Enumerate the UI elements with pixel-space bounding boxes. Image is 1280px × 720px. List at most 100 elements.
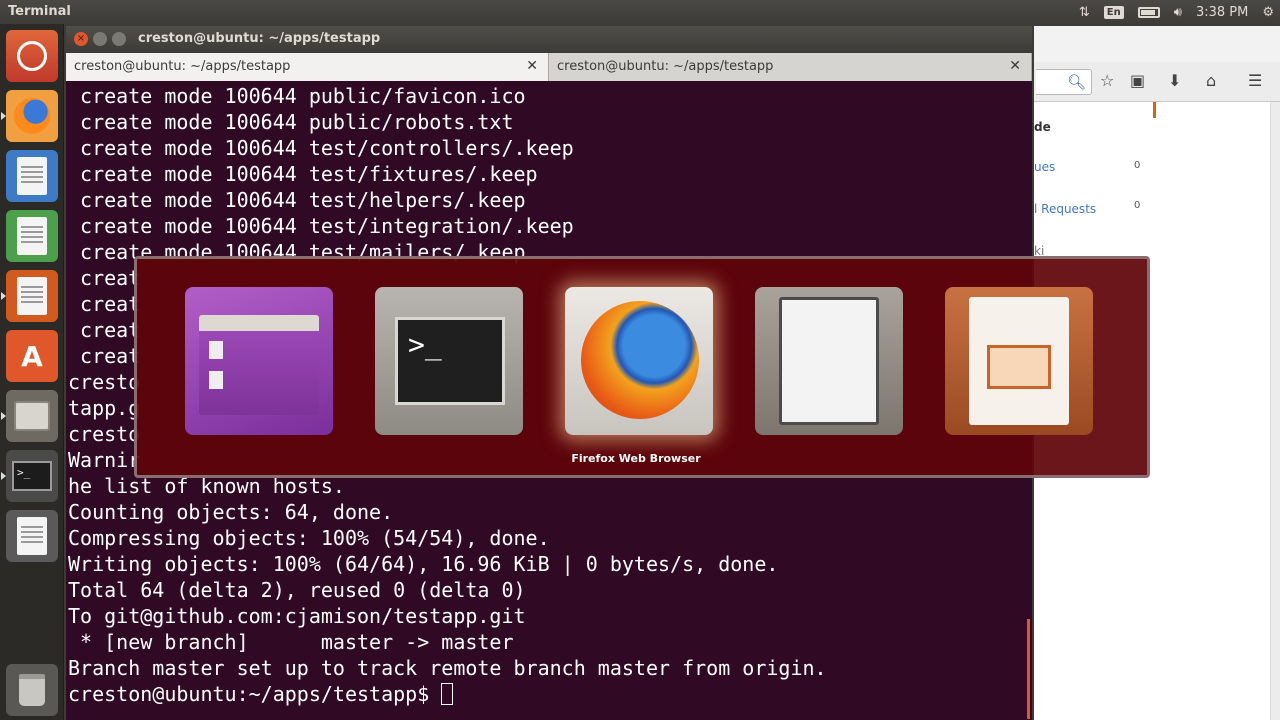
window-close-button[interactable]: × <box>74 32 88 46</box>
menu-icon[interactable]: ☰ <box>1248 71 1262 90</box>
running-indicator-icon <box>1 112 6 120</box>
terminal-prompt: creston@ubuntu:~/apps/testapp$ <box>68 682 442 706</box>
clock[interactable]: 3:38 PM <box>1196 5 1248 20</box>
terminal-tab[interactable]: creston@ubuntu: ~/apps/testapp ✕ <box>66 53 549 81</box>
ubuntu-logo-icon <box>17 41 47 71</box>
terminal-line: create mode 100644 public/robots.txt <box>68 110 514 134</box>
keyboard-layout-indicator[interactable]: En <box>1103 5 1124 19</box>
launcher-files[interactable] <box>1 390 58 442</box>
libreoffice-icon <box>17 517 47 555</box>
app-switcher: >_ Firefox Web Browser <box>134 256 1150 478</box>
active-app-title: Terminal <box>8 4 71 19</box>
terminal-line: creat <box>68 292 141 316</box>
terminal-line: Branch master set up to track remote bra… <box>68 656 827 680</box>
top-panel: Terminal ⇅ En 🔊︎ 3:38 PM ⚙ <box>0 0 1280 24</box>
pull-requests-count: 0 <box>1134 200 1141 211</box>
terminal-line: create mode 100644 test/fixtures/.keep <box>68 162 538 186</box>
nav-item-code[interactable]: de <box>1034 120 1051 134</box>
launcher-dash-button[interactable] <box>6 30 58 82</box>
tab-label: creston@ubuntu: ~/apps/testapp <box>557 59 774 74</box>
settings-icon[interactable]: ⚙ <box>1262 5 1274 20</box>
file-glyph <box>209 371 223 389</box>
presentation-slide-glyph <box>987 345 1051 389</box>
download-icon[interactable]: ⬇ <box>1168 71 1181 90</box>
terminal-line: create mode 100644 test/helpers/.keep <box>68 188 526 212</box>
firefox-icon <box>14 98 50 134</box>
terminal-line: cresto <box>68 370 141 394</box>
impress-icon <box>969 297 1069 425</box>
files-icon <box>14 401 50 431</box>
terminal-line: To git@github.com:cjamison/testapp.git <box>68 604 526 628</box>
terminal-line: create mode 100644 test/controllers/.kee… <box>68 136 574 160</box>
terminal-titlebar[interactable]: × creston@ubuntu: ~/apps/testapp <box>66 26 1032 53</box>
terminal-line: creat <box>68 318 141 342</box>
page-scrollbar[interactable] <box>1270 102 1280 720</box>
unity-launcher: A >_ <box>0 24 64 720</box>
launcher-trash[interactable] <box>6 664 58 716</box>
terminal-line: cresto <box>68 422 141 446</box>
switcher-item-impress[interactable] <box>945 287 1093 435</box>
system-tray: ⇅ En 🔊︎ 3:38 PM ⚙ <box>1079 0 1274 24</box>
terminal-line: Warnir <box>68 448 141 472</box>
switcher-item-files[interactable] <box>185 287 333 435</box>
terminal-line: creat <box>68 266 141 290</box>
file-glyph <box>209 341 223 359</box>
home-icon[interactable]: ⌂ <box>1206 71 1216 90</box>
terminal-line: Counting objects: 64, done. <box>68 500 394 524</box>
battery-icon[interactable] <box>1137 6 1160 18</box>
bookmark-star-icon[interactable]: ☆ <box>1100 71 1114 90</box>
nav-item-issues[interactable]: ues <box>1034 160 1055 174</box>
launcher-libreoffice-writer[interactable] <box>6 150 58 202</box>
firefox-toolbar: 🔍︎ ☆ ▣ ⬇ ⌂ ☰ <box>1034 62 1280 102</box>
terminal-line: creat <box>68 344 141 368</box>
running-indicator-icon <box>1 292 6 300</box>
launcher-software-center[interactable]: A <box>6 330 58 382</box>
tab-indicator <box>1153 102 1156 118</box>
terminal-icon: >_ <box>395 317 505 405</box>
nav-item-pull-requests[interactable]: l Requests <box>1034 202 1096 216</box>
window-maximize-button[interactable] <box>112 32 126 46</box>
issues-count: 0 <box>1134 160 1141 171</box>
tab-label: creston@ubuntu: ~/apps/testapp <box>74 59 291 74</box>
clipboard-icon[interactable]: ▣ <box>1130 71 1145 90</box>
files-icon <box>199 315 319 415</box>
launcher-firefox[interactable] <box>1 90 58 142</box>
launcher-libreoffice-calc[interactable] <box>6 210 58 262</box>
writer-icon <box>17 157 47 195</box>
search-icon[interactable]: 🔍︎ <box>1067 73 1086 91</box>
tab-close-icon[interactable]: ✕ <box>1009 58 1021 74</box>
terminal-line: * [new branch] master -> master <box>68 630 514 654</box>
libreoffice-document-icon <box>779 297 879 425</box>
launcher-libreoffice[interactable] <box>6 510 58 562</box>
text-cursor <box>441 683 454 705</box>
software-center-icon: A <box>21 339 43 373</box>
terminal-line: tapp.g <box>68 396 141 420</box>
window-minimize-button[interactable] <box>93 32 107 46</box>
calc-icon <box>17 217 47 255</box>
terminal-line: create mode 100644 test/integration/.kee… <box>68 214 574 238</box>
terminal-line: Writing objects: 100% (64/64), 16.96 KiB… <box>68 552 779 576</box>
impress-icon <box>17 277 47 315</box>
tab-close-icon[interactable]: ✕ <box>526 58 538 74</box>
firefox-icon <box>581 301 699 419</box>
terminal-icon: >_ <box>12 461 52 491</box>
terminal-line: Total 64 (delta 2), reused 0 (delta 0) <box>68 578 526 602</box>
switcher-item-terminal[interactable]: >_ <box>375 287 523 435</box>
terminal-scrollbar[interactable] <box>1027 619 1030 719</box>
trash-icon <box>19 674 45 706</box>
terminal-prompt-line[interactable]: creston@ubuntu:~/apps/testapp$ <box>68 681 454 707</box>
launcher-libreoffice-impress[interactable] <box>1 270 58 322</box>
network-icon[interactable]: ⇅ <box>1079 5 1090 20</box>
running-indicator-icon <box>1 472 6 480</box>
volume-icon[interactable]: 🔊︎ <box>1174 5 1182 20</box>
search-box[interactable]: 🔍︎ <box>1036 69 1092 95</box>
switcher-item-libreoffice[interactable] <box>755 287 903 435</box>
running-indicator-icon <box>1 412 6 420</box>
launcher-terminal[interactable]: >_ <box>1 450 58 502</box>
switcher-selected-label: Firefox Web Browser <box>571 452 701 465</box>
switcher-item-firefox[interactable] <box>565 287 713 435</box>
terminal-line: Compressing objects: 100% (54/54), done. <box>68 526 550 550</box>
terminal-tab-bar: creston@ubuntu: ~/apps/testapp ✕ creston… <box>66 53 1032 81</box>
terminal-line: create mode 100644 public/favicon.ico <box>68 84 526 108</box>
terminal-tab[interactable]: creston@ubuntu: ~/apps/testapp ✕ <box>549 53 1032 81</box>
